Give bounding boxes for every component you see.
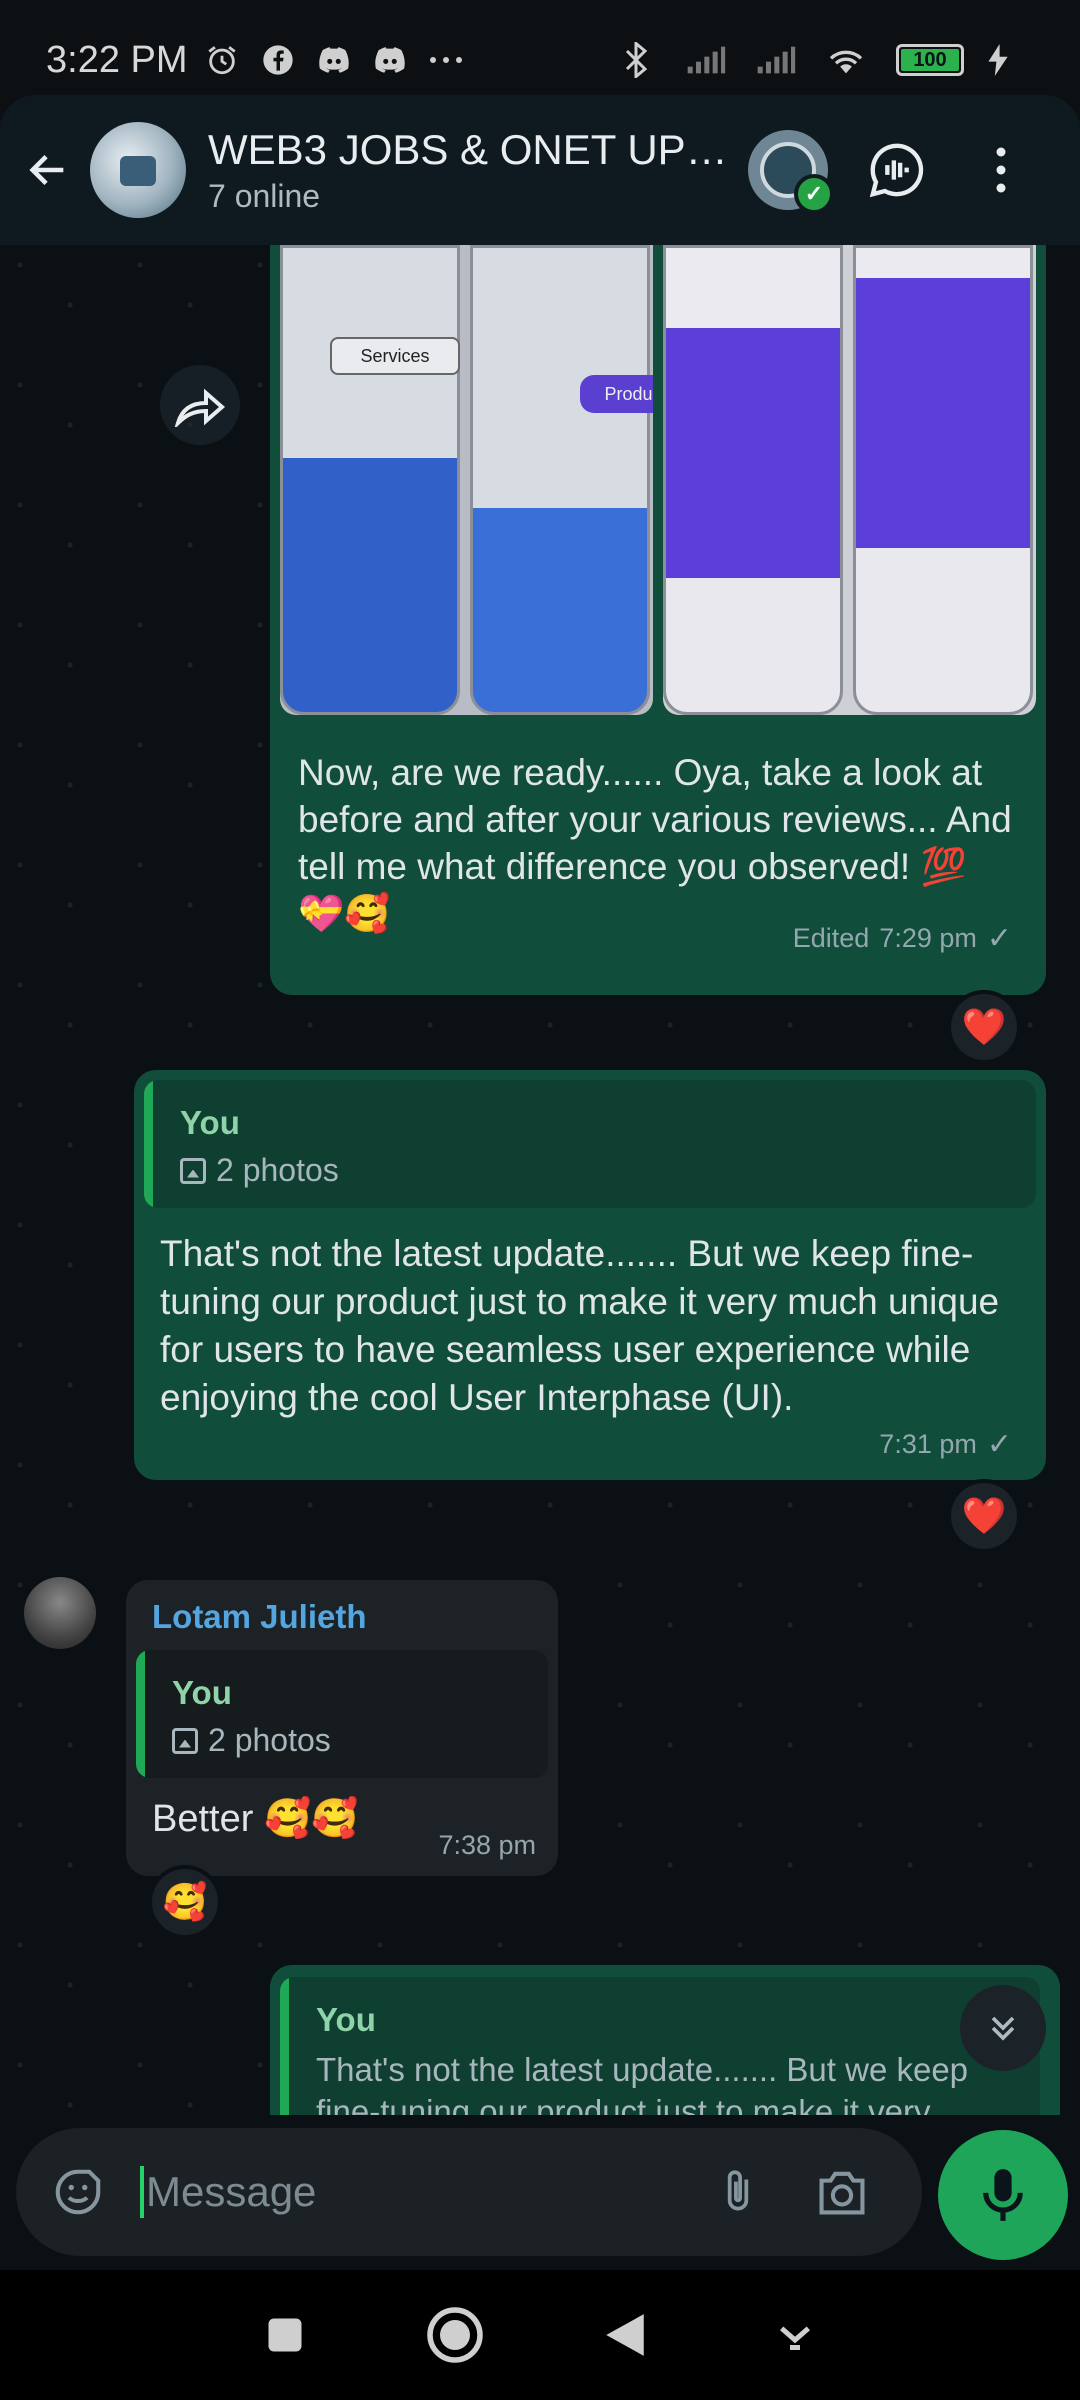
sent-check-icon: ✓	[986, 922, 1012, 955]
battery-level: 100	[901, 49, 959, 71]
quoted-sender: You	[180, 1104, 240, 1141]
photo-thumbnail[interactable]: Services Products	[280, 245, 653, 715]
paperclip-icon	[727, 2170, 749, 2211]
hide-keyboard-button[interactable]	[755, 2295, 835, 2375]
sent-check-icon: ✓	[986, 1428, 1012, 1461]
phone-mockup	[663, 245, 843, 715]
double-chevron-down-icon	[991, 2016, 1015, 2041]
menu-button[interactable]	[966, 135, 1036, 205]
wifi-icon	[826, 40, 866, 80]
forward-icon	[174, 388, 226, 427]
chat-area[interactable]: Services Products Now, are we ready.....…	[0, 245, 1080, 2115]
meta-ai-button[interactable]: ✓	[748, 130, 834, 214]
more-vert-icon	[996, 147, 1006, 193]
message-bubble-outgoing[interactable]: You That's not the latest update....... …	[270, 1965, 1060, 2115]
reaction-badge[interactable]: 🥰	[148, 1865, 222, 1939]
chat-info[interactable]: WEB3 JOBS & ONET UP-... 7 online	[208, 126, 728, 215]
battery-icon: 100	[896, 44, 964, 76]
message-input[interactable]	[146, 2168, 686, 2216]
image-icon	[172, 1727, 198, 1754]
message-bubble-outgoing[interactable]: You 2 photos That's not the latest updat…	[134, 1070, 1046, 1480]
quoted-media-label: 2 photos	[172, 1722, 331, 1759]
quoted-media-label: 2 photos	[180, 1152, 339, 1189]
bluetooth-icon	[616, 40, 656, 80]
phone-mockup	[853, 245, 1033, 715]
forward-button[interactable]	[160, 365, 240, 445]
quoted-message[interactable]: You 2 photos	[144, 1080, 1036, 1208]
services-label: Services	[330, 337, 460, 375]
message-input-bar[interactable]	[16, 2128, 922, 2256]
message-meta: 7:31 pm ✓	[879, 1427, 1012, 1462]
scroll-to-bottom-button[interactable]	[960, 1985, 1046, 2071]
quoted-message[interactable]: You That's not the latest update....... …	[280, 1977, 1040, 2115]
message-time: 7:31 pm	[879, 1429, 977, 1459]
message-composer	[0, 2115, 1080, 2270]
reaction-badge[interactable]: ❤️	[947, 990, 1021, 1064]
message-text: Now, are we ready...... Oya, take a look…	[298, 752, 1012, 934]
quoted-media-text: 2 photos	[216, 1152, 339, 1188]
phone-mockup	[470, 245, 650, 715]
discord-icon	[314, 40, 354, 80]
signal-icon	[686, 40, 726, 80]
photo-thumbnail[interactable]	[663, 245, 1036, 715]
voice-record-button[interactable]	[938, 2130, 1068, 2260]
edited-label: Edited	[792, 923, 870, 953]
message-bubble-outgoing[interactable]: Services Products Now, are we ready.....…	[270, 245, 1046, 995]
message-meta: 7:38 pm	[438, 1830, 536, 1861]
photo-album[interactable]: Services Products	[280, 245, 1036, 715]
chevron-down-icon	[780, 2326, 810, 2350]
message-meta: Edited 7:29 pm ✓	[793, 921, 1012, 956]
quoted-media-text: 2 photos	[208, 1722, 331, 1758]
camera-button[interactable]	[810, 2160, 874, 2224]
facebook-icon	[258, 40, 298, 80]
camera-icon	[819, 2171, 865, 2215]
chat-title[interactable]: WEB3 JOBS & ONET UP-...	[208, 126, 728, 174]
back-arrow-icon	[29, 154, 64, 186]
discord-icon	[370, 40, 410, 80]
status-time: 3:22 PM	[46, 38, 188, 81]
group-avatar[interactable]	[90, 122, 186, 218]
microphone-icon	[983, 2169, 1023, 2221]
voice-chat-icon	[869, 143, 924, 198]
circle-icon	[427, 2307, 483, 2363]
triangle-back-icon	[606, 2314, 644, 2356]
recents-button[interactable]	[245, 2295, 325, 2375]
sender-name[interactable]: Lotam Julieth	[152, 1598, 367, 1636]
more-dots-icon	[426, 40, 466, 80]
square-icon	[268, 2318, 302, 2352]
quoted-sender: You	[316, 2001, 376, 2038]
online-count: 7 online	[208, 177, 321, 214]
message-time: 7:38 pm	[438, 1830, 536, 1860]
chat-header: WEB3 JOBS & ONET UP-... 7 online ✓	[0, 95, 1080, 245]
back-nav-button[interactable]	[585, 2295, 665, 2375]
attach-button[interactable]	[706, 2160, 770, 2224]
back-button[interactable]	[20, 142, 76, 198]
quoted-text: That's not the latest update....... But …	[316, 2051, 969, 2115]
signal-icon	[756, 40, 796, 80]
alarm-icon	[202, 40, 242, 80]
products-label: Products	[580, 375, 653, 413]
charging-icon	[978, 40, 1018, 80]
quoted-message[interactable]: You 2 photos	[136, 1650, 548, 1778]
system-nav-bar	[0, 2270, 1080, 2400]
text-cursor	[140, 2166, 144, 2218]
message-text: That's not the latest update....... But …	[160, 1233, 1000, 1418]
message-bubble-incoming[interactable]: Lotam Julieth You 2 photos Better 🥰🥰 7:3…	[126, 1580, 558, 1876]
message-time: 7:29 pm	[879, 923, 977, 953]
phone-mockup	[280, 245, 460, 715]
sticker-button[interactable]	[46, 2160, 110, 2224]
sticker-icon	[55, 2169, 101, 2215]
reaction-badge[interactable]: ❤️	[947, 1479, 1021, 1553]
voice-chat-button[interactable]	[862, 135, 932, 205]
home-button[interactable]	[415, 2295, 495, 2375]
image-icon	[180, 1157, 206, 1184]
sender-avatar[interactable]	[24, 1577, 96, 1649]
verified-check-icon: ✓	[794, 174, 834, 214]
quoted-sender: You	[172, 1674, 232, 1711]
message-text: Better 🥰🥰	[152, 1798, 359, 1840]
